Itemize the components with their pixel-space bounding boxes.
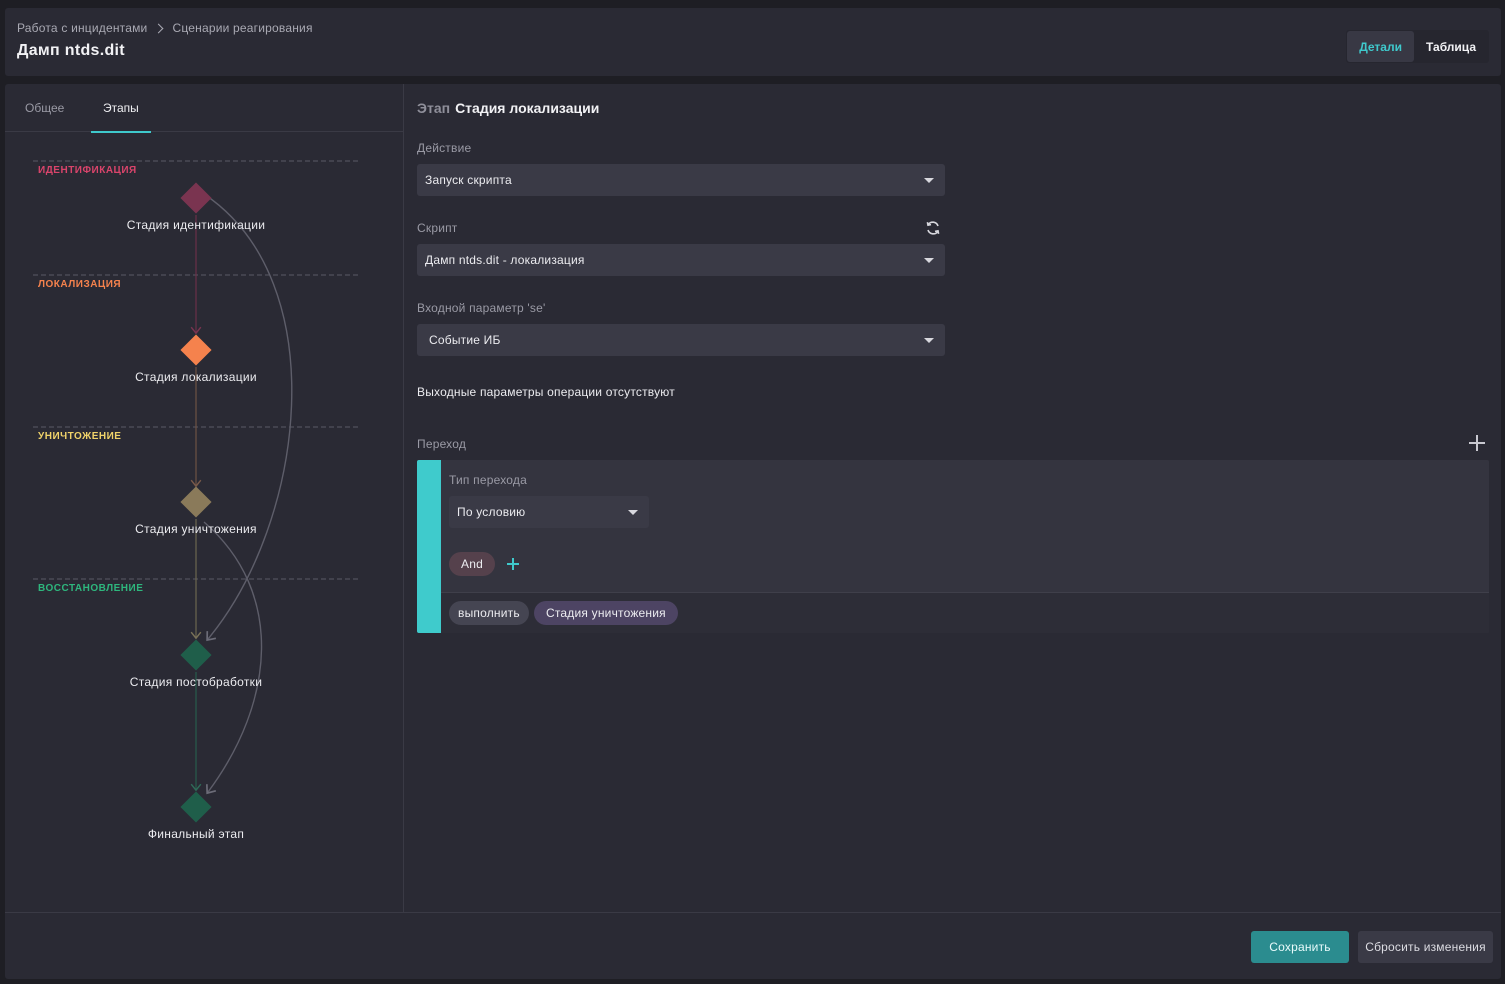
main-content: Общее Этапы ИДЕНТИФИКАЦИЯ ЛОКАЛИЗАЦИЯ УН… <box>5 84 1501 979</box>
flow-edge <box>203 521 263 795</box>
lane-label-recovery: ВОССТАНОВЛЕНИЕ <box>38 583 144 594</box>
caret-down-icon <box>924 178 934 183</box>
lane-label-localization: ЛОКАЛИЗАЦИЯ <box>38 279 122 290</box>
transition-accent-bar <box>417 460 441 633</box>
left-tabs: Общее Этапы <box>5 84 404 133</box>
save-button[interactable]: Сохранить <box>1251 931 1349 963</box>
breadcrumb-incidents-link[interactable]: Работа с инцидентами <box>17 21 147 35</box>
lane-label-destruction: УНИЧТОЖЕНИЕ <box>38 431 122 442</box>
node-label[interactable]: Стадия идентификации <box>76 218 316 232</box>
transition-type-value: По условию <box>457 505 526 519</box>
breadcrumb: Работа с инцидентами Сценарии реагирован… <box>17 21 313 35</box>
transition-type-label: Тип перехода <box>449 473 527 487</box>
transition-label: Переход <box>417 437 467 451</box>
page-title: Дамп ntds.dit <box>17 42 125 59</box>
stages-flow-diagram: ИДЕНТИФИКАЦИЯ ЛОКАЛИЗАЦИЯ УНИЧТОЖЕНИЕ ВО… <box>5 132 404 912</box>
page-header: Работа с инцидентами Сценарии реагирован… <box>5 8 1501 76</box>
transition-action-row: выполнить Стадия уничтожения <box>441 592 1489 633</box>
transition-type-select[interactable]: По условию <box>449 496 649 528</box>
action-select[interactable]: Запуск скрипта <box>417 164 945 196</box>
stage-title-prefix: Этап <box>417 100 451 116</box>
stage-node-destruction[interactable] <box>180 486 212 518</box>
lane-label-identification: ИДЕНТИФИКАЦИЯ <box>38 165 137 176</box>
stage-title-name: Стадия локализации <box>455 100 600 116</box>
script-select-value: Дамп ntds.dit - локализация <box>425 253 585 267</box>
node-label[interactable]: Стадия постобработки <box>76 675 316 689</box>
stage-title: Этап Стадия локализации <box>417 100 599 116</box>
transition-card: Тип перехода По условию And выполнить Ст… <box>417 460 1489 633</box>
input-param-select-value: Событие ИБ <box>429 333 501 347</box>
add-transition-plus-icon[interactable] <box>1469 435 1485 451</box>
refresh-icon[interactable] <box>925 220 941 236</box>
target-stage-chip[interactable]: Стадия уничтожения <box>534 601 678 625</box>
action-chip[interactable]: выполнить <box>449 601 529 625</box>
stages-panel: Общее Этапы ИДЕНТИФИКАЦИЯ ЛОКАЛИЗАЦИЯ УН… <box>5 84 404 912</box>
action-select-value: Запуск скрипта <box>425 173 512 187</box>
caret-down-icon <box>924 258 934 263</box>
view-switch: Детали Таблица <box>1346 30 1489 63</box>
chevron-right-icon <box>154 23 164 33</box>
tab-stages[interactable]: Этапы <box>91 84 151 133</box>
stage-details-panel: Этап Стадия локализации Действие Запуск с… <box>417 84 1497 912</box>
caret-down-icon <box>628 510 638 515</box>
script-select[interactable]: Дамп ntds.dit - локализация <box>417 244 945 276</box>
breadcrumb-scenarios-link[interactable]: Сценарии реагирования <box>172 21 312 35</box>
stage-node-identification[interactable] <box>180 182 212 214</box>
node-label[interactable]: Стадия локализации <box>76 370 316 384</box>
transition-card-body: Тип перехода По условию And выполнить Ст… <box>441 460 1489 633</box>
footer-actions: Сохранить Сбросить изменения <box>5 912 1501 979</box>
input-param-label: Входной параметр 'se' <box>417 301 546 315</box>
action-label: Действие <box>417 141 472 155</box>
caret-down-icon <box>924 338 934 343</box>
input-param-select[interactable]: Событие ИБ <box>417 324 945 356</box>
node-label[interactable]: Финальный этап <box>76 827 316 841</box>
add-condition-plus-icon[interactable] <box>507 558 519 570</box>
table-view-button[interactable]: Таблица <box>1414 31 1488 62</box>
stage-node-localization[interactable] <box>180 334 212 366</box>
stage-node-postprocessing[interactable] <box>180 639 212 671</box>
tab-general[interactable]: Общее <box>13 84 76 132</box>
reset-changes-button[interactable]: Сбросить изменения <box>1358 931 1493 963</box>
flow-edge <box>203 193 293 642</box>
details-view-button[interactable]: Детали <box>1347 31 1414 62</box>
script-label: Скрипт <box>417 221 458 235</box>
stage-node-final[interactable] <box>180 791 212 823</box>
node-label[interactable]: Стадия уничтожения <box>76 522 316 536</box>
operator-and-chip[interactable]: And <box>449 552 495 576</box>
output-params-info: Выходные параметры операции отсутствуют <box>417 385 675 399</box>
